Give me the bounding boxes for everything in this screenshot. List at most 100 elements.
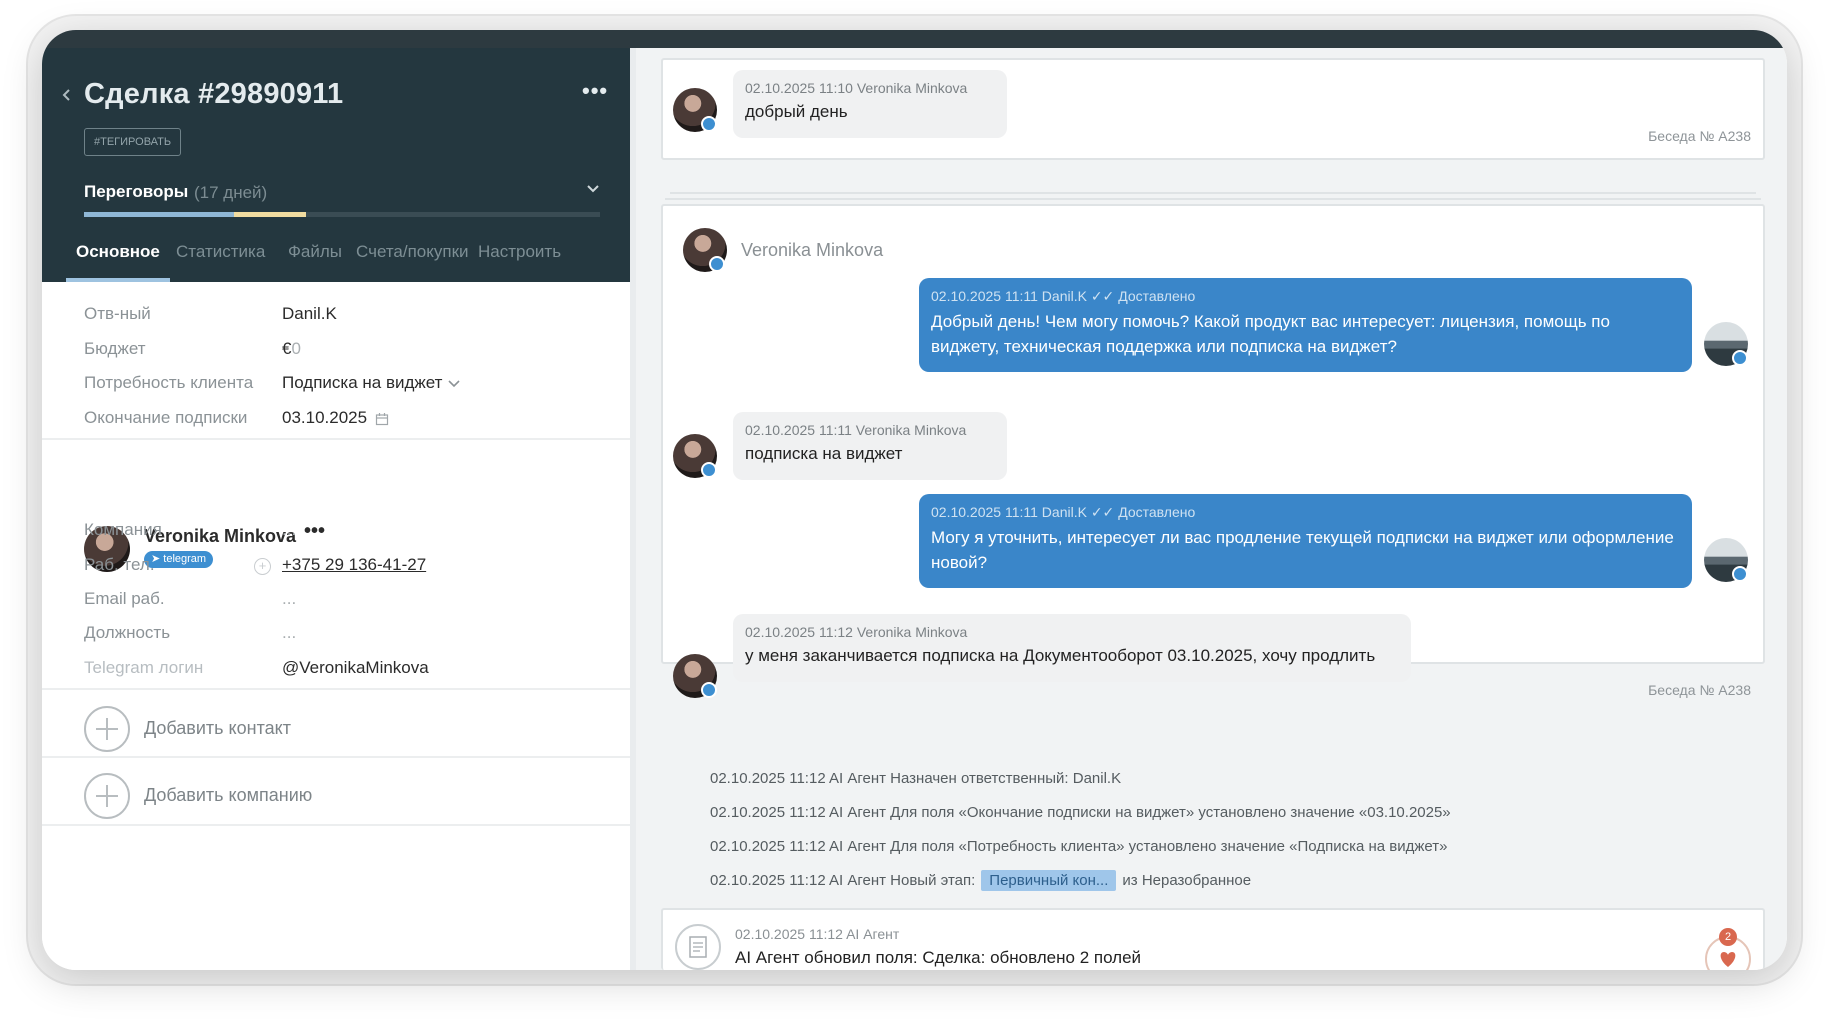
message-sender: 02.10.2025 11:11 Danil.K (931, 504, 1087, 520)
incoming-message: 02.10.2025 11:10 Veronika Minkova добрый… (733, 70, 1007, 138)
field-responsible[interactable]: Отв-ный Danil.K (84, 304, 604, 328)
field-label: Раб. тел. (84, 555, 155, 574)
plus-icon (84, 706, 130, 752)
message-text: Могу я уточнить, интересует ли вас продл… (931, 528, 1674, 572)
field-label: Компания (84, 520, 162, 539)
chevron-left-icon[interactable] (60, 88, 74, 102)
tag-button[interactable]: #ТЕГИРОВАТЬ (84, 128, 182, 156)
field-work-email[interactable]: Email раб. ... (84, 589, 604, 613)
field-telegram-login[interactable]: Telegram логин @VeronikaMinkova (84, 658, 604, 682)
stage-name[interactable]: Переговоры (84, 182, 188, 202)
phone-link[interactable]: +375 29 136-41-27 (282, 555, 426, 575)
telegram-icon (1732, 566, 1748, 582)
stage-days: (17 дней) (194, 183, 268, 202)
divider (42, 756, 630, 758)
deal-sidebar: Сделка #29890911 ••• #ТЕГИРОВАТЬ Перегов… (42, 48, 636, 970)
calendar-icon[interactable] (375, 412, 389, 426)
field-label: Потребность клиента (84, 373, 254, 392)
add-contact-button[interactable]: Добавить контакт (84, 706, 584, 752)
add-company-label: Добавить компанию (144, 785, 313, 805)
document-icon (675, 924, 721, 970)
field-value[interactable]: @VeronikaMinkova (282, 658, 429, 678)
client-need-value: Подписка на виджет (282, 373, 443, 392)
double-check-icon: ✓✓ (1090, 288, 1115, 304)
conversation-label[interactable]: Беседа № A238 (1648, 128, 1751, 144)
field-label: Отв-ный (84, 304, 151, 323)
conversation-label[interactable]: Беседа № A238 (1648, 682, 1751, 698)
field-client-need[interactable]: Потребность клиента Подписка на виджет (84, 373, 604, 397)
telegram-icon (701, 682, 717, 698)
card-stack-edge (665, 198, 1761, 200)
log-suffix: из Неразобранное (1122, 872, 1252, 889)
message-sender: 02.10.2025 11:11 Danil.K (931, 288, 1087, 304)
log-entry: 02.10.2025 11:12 AI Агент Назначен ответ… (710, 770, 1122, 787)
message-text: Добрый день! Чем могу помочь? Какой прод… (931, 312, 1610, 356)
field-value[interactable]: ... (282, 520, 296, 540)
stage-progress-passed (84, 212, 234, 217)
subscription-end-value: 03.10.2025 (282, 408, 368, 427)
divider (42, 688, 630, 690)
tab-invoices[interactable]: Счета/покупки (346, 234, 479, 282)
incoming-message: 02.10.2025 11:11 Veronika Minkova подпис… (733, 412, 1007, 480)
conversation-card: 02.10.2025 11:10 Veronika Minkova добрый… (661, 58, 1765, 160)
chat-contact-name: Veronika Minkova (741, 240, 884, 260)
field-value[interactable]: ... (282, 623, 296, 643)
telegram-icon (1732, 350, 1748, 366)
field-value[interactable]: Danil.K (282, 304, 337, 324)
add-company-button[interactable]: Добавить компанию (84, 773, 584, 819)
chevron-down-icon[interactable] (448, 379, 461, 389)
telegram-icon (709, 256, 725, 272)
tab-files[interactable]: Файлы (278, 234, 352, 282)
deal-header: Сделка #29890911 ••• #ТЕГИРОВАТЬ Перегов… (42, 48, 630, 282)
delivery-status: Доставлено (1118, 504, 1196, 520)
field-value[interactable]: Подписка на виджет (282, 373, 461, 393)
outgoing-message: 02.10.2025 11:11 Danil.K ✓✓ Доставлено М… (919, 494, 1692, 588)
stage-progress-bar (84, 212, 600, 217)
conversation-card: Veronika Minkova 02.10.2025 11:11 Danil.… (661, 204, 1765, 698)
field-budget[interactable]: Бюджет €0 (84, 339, 604, 363)
log-entry: 02.10.2025 11:12 AI Агент Для поля «Потр… (710, 838, 1448, 855)
field-work-phone[interactable]: Раб. тел. + +375 29 136-41-27 (84, 555, 604, 579)
field-company[interactable]: Компания ... (84, 520, 604, 544)
more-icon[interactable]: ••• (582, 78, 608, 104)
field-label: Telegram логин (84, 658, 204, 677)
tab-settings[interactable]: Настроить (468, 234, 571, 282)
card-stack-edge (670, 192, 1756, 194)
message-meta: 02.10.2025 11:11 Danil.K ✓✓ Доставлено (931, 288, 1680, 305)
log-entry: 02.10.2025 11:12 AI Агент Для поля «Окон… (710, 804, 1451, 821)
field-label: Окончание подписки (84, 408, 248, 427)
delivery-status: Доставлено (1118, 288, 1196, 304)
stage-progress-current (233, 212, 306, 217)
tab-statistics[interactable]: Статистика (166, 234, 275, 282)
divider (42, 438, 630, 440)
field-value[interactable]: €0 (282, 339, 301, 359)
message-meta: 02.10.2025 11:11 Danil.K ✓✓ Доставлено (931, 504, 1680, 521)
deal-title: Сделка #29890911 (84, 78, 344, 110)
log-entry-stage-change: 02.10.2025 11:12 AI Агент Новый этап: Пер… (710, 870, 1251, 891)
field-position[interactable]: Должность ... (84, 623, 604, 647)
field-label: Должность (84, 623, 171, 642)
note-meta: 02.10.2025 11:12 AI Агент (735, 926, 900, 942)
field-subscription-end[interactable]: Окончание подписки 03.10.2025 (84, 408, 604, 432)
telegram-icon (701, 116, 717, 132)
log-prefix: 02.10.2025 11:12 AI Агент Новый этап: (710, 872, 976, 889)
add-contact-label: Добавить контакт (144, 718, 291, 738)
field-value[interactable]: 03.10.2025 (282, 408, 389, 428)
chevron-down-icon[interactable] (586, 182, 600, 196)
field-value[interactable]: ... (282, 589, 296, 609)
notification-count: 2 (1719, 928, 1737, 946)
telegram-icon (701, 462, 717, 478)
message-text: добрый день (745, 102, 848, 121)
add-phone-icon[interactable]: + (254, 558, 271, 575)
message-text: подписка на виджет (745, 444, 903, 463)
double-check-icon: ✓✓ (1090, 504, 1115, 520)
app-window: Сделка #29890911 ••• #ТЕГИРОВАТЬ Перегов… (42, 30, 1787, 970)
field-label: Email раб. (84, 589, 165, 608)
document-glyph (689, 936, 707, 958)
budget-amount: 0 (291, 339, 301, 358)
field-label: Бюджет (84, 339, 146, 358)
stage-chip[interactable]: Первичный кон... (981, 870, 1117, 891)
message-meta: 02.10.2025 11:11 Veronika Minkova (745, 422, 967, 438)
top-strip (42, 30, 1787, 48)
tab-main[interactable]: Основное (66, 234, 170, 282)
